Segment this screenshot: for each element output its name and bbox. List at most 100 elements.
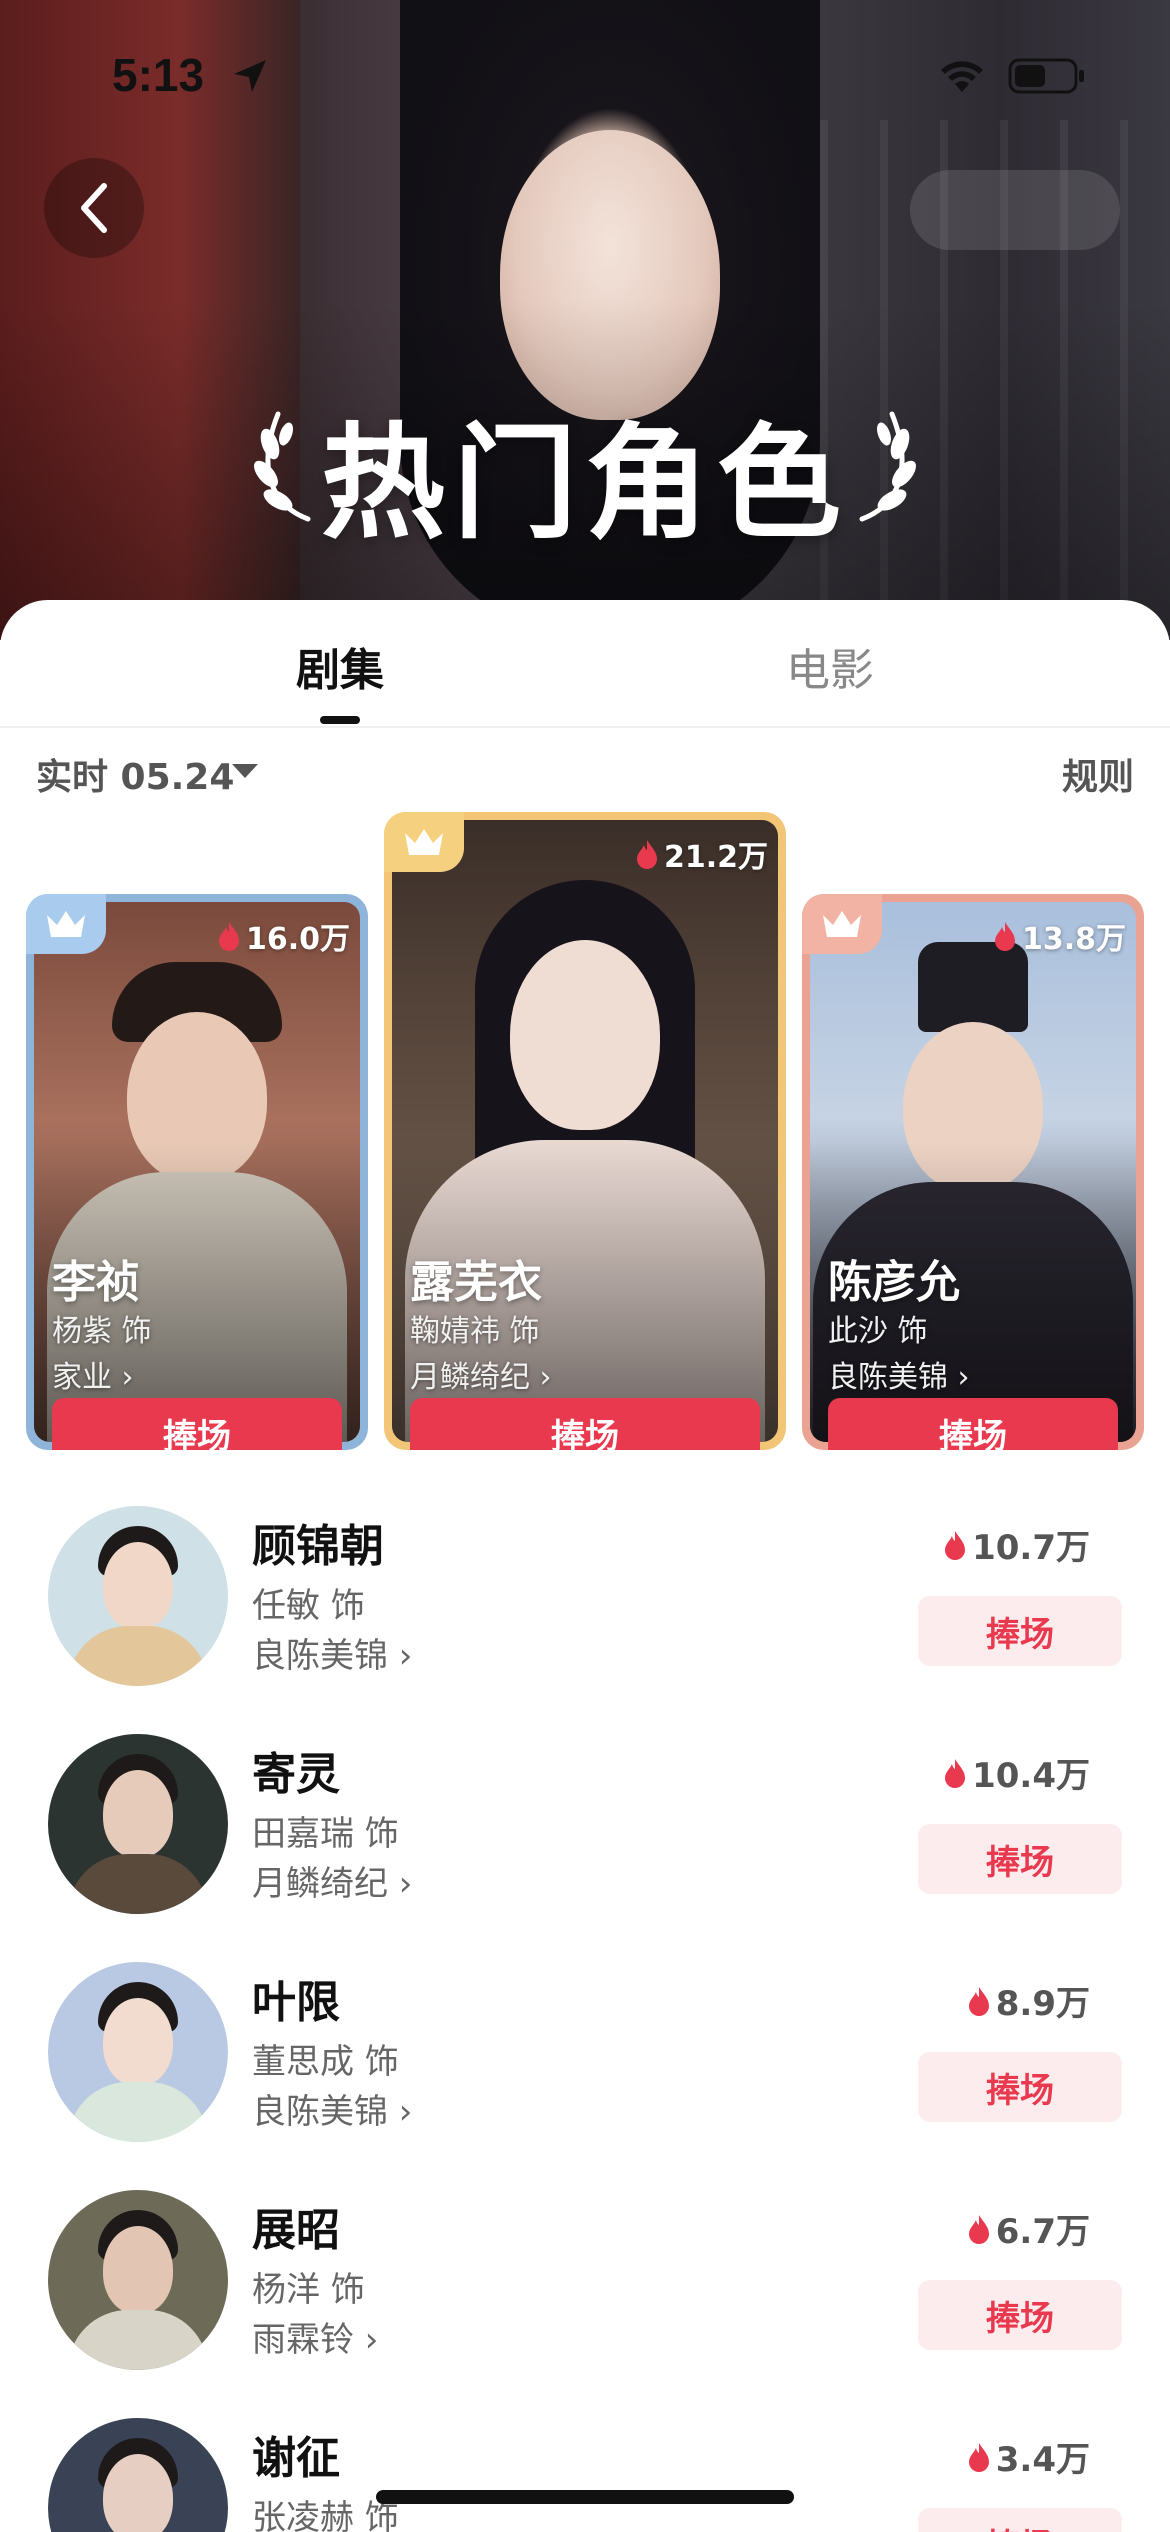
home-indicator[interactable] bbox=[376, 2490, 794, 2504]
laurel-icon bbox=[859, 411, 916, 522]
filter-row: 实时 05.24 规则 bbox=[0, 740, 1170, 800]
avatar bbox=[48, 1506, 228, 1686]
avatar-face bbox=[103, 2454, 173, 2532]
heat-value: 16.0万 bbox=[216, 914, 350, 958]
status-time: 5:13 bbox=[112, 49, 205, 101]
support-button[interactable]: 捧场 bbox=[828, 1398, 1118, 1450]
show-link[interactable]: 雨霖铃 › bbox=[252, 2312, 378, 2361]
show-link[interactable]: 良陈美锦 › bbox=[252, 2084, 412, 2133]
heat-value: 21.2万 bbox=[634, 832, 768, 876]
avatar bbox=[48, 2418, 228, 2532]
crown-icon bbox=[47, 911, 85, 937]
avatar-body bbox=[68, 1854, 208, 1914]
tab-bar: 剧集 电影 bbox=[0, 600, 1170, 728]
heat-text: 8.9万 bbox=[995, 1984, 1090, 2024]
support-button[interactable]: 捧场 bbox=[918, 2508, 1122, 2532]
caret-down-icon[interactable] bbox=[232, 764, 258, 778]
avatar-body bbox=[68, 2082, 208, 2142]
show-title: 良陈美锦 bbox=[252, 2092, 388, 2132]
flame-icon bbox=[218, 922, 239, 951]
avatar-face bbox=[103, 1542, 173, 1630]
flame-icon bbox=[636, 840, 657, 869]
rules-link[interactable]: 规则 bbox=[1062, 748, 1134, 800]
support-button[interactable]: 捧场 bbox=[52, 1398, 342, 1450]
show-title: 月鳞绮纪 bbox=[410, 1360, 530, 1395]
character-name: 露芜衣 bbox=[410, 1257, 542, 1308]
heat-text: 3.4万 bbox=[995, 2440, 1090, 2480]
actor-name: 杨洋 饰 bbox=[252, 2270, 365, 2310]
show-title: 雨霖铃 bbox=[252, 2320, 354, 2360]
show-link[interactable]: 良陈美锦 › bbox=[252, 1628, 412, 1677]
heat-value: 3.4万 bbox=[966, 2432, 1090, 2481]
list-item[interactable]: 展昭 杨洋 饰 雨霖铃 › 6.7万 捧场 bbox=[0, 2184, 1170, 2412]
figure-face bbox=[510, 940, 660, 1130]
heat-value: 10.4万 bbox=[942, 1748, 1090, 1797]
show-link[interactable]: 良陈美锦 › bbox=[828, 1352, 970, 1396]
date-filter-dropdown[interactable]: 实时 05.24 bbox=[36, 748, 234, 800]
support-button[interactable]: 捧场 bbox=[918, 2052, 1122, 2122]
avatar bbox=[48, 2190, 228, 2370]
list-item[interactable]: 顾锦朝 任敏 饰 良陈美锦 › 10.7万 捧场 bbox=[0, 1500, 1170, 1728]
actor-name: 任敏 饰 bbox=[252, 1586, 365, 1626]
podium-card-rank-3[interactable]: 13.8万 陈彦允 此沙 饰 良陈美锦 › 捧场 bbox=[802, 894, 1144, 1450]
actor-name: 鞠婧祎 饰 bbox=[410, 1314, 540, 1349]
character-name: 顾锦朝 bbox=[252, 1521, 384, 1572]
rank-badge bbox=[26, 894, 106, 954]
avatar bbox=[48, 1734, 228, 1914]
show-link[interactable]: 月鳞绮纪 › bbox=[252, 1856, 412, 1905]
show-title: 月鳞绮纪 bbox=[252, 1864, 388, 1904]
support-button[interactable]: 捧场 bbox=[410, 1398, 760, 1450]
show-title: 良陈美锦 bbox=[252, 1636, 388, 1676]
character-name: 寄灵 bbox=[252, 1749, 340, 1800]
back-button[interactable] bbox=[44, 158, 144, 258]
heat-text: 21.2万 bbox=[663, 840, 768, 875]
avatar-face bbox=[103, 1998, 173, 2086]
hero-banner: 5:13 热门角色 bbox=[0, 0, 1170, 640]
flame-icon bbox=[945, 1758, 966, 1788]
show-title: 家业 bbox=[52, 1360, 112, 1395]
avatar-body bbox=[68, 1626, 208, 1686]
flame-icon bbox=[994, 922, 1015, 951]
tab-drama[interactable]: 剧集 bbox=[296, 634, 384, 698]
flame-icon bbox=[968, 1986, 989, 2016]
battery-icon bbox=[1008, 58, 1084, 94]
heat-text: 10.7万 bbox=[972, 1528, 1090, 1568]
crown-icon bbox=[823, 911, 861, 937]
avatar-body bbox=[68, 2310, 208, 2370]
flame-icon bbox=[968, 2214, 989, 2244]
character-name: 陈彦允 bbox=[828, 1257, 960, 1308]
avatar-face bbox=[103, 2226, 173, 2314]
support-button[interactable]: 捧场 bbox=[918, 2280, 1122, 2350]
rank-badge bbox=[384, 812, 464, 872]
show-link[interactable]: 家业 › bbox=[52, 1352, 134, 1396]
heat-value: 8.9万 bbox=[966, 1976, 1090, 2025]
support-button[interactable]: 捧场 bbox=[918, 1824, 1122, 1894]
tab-active-indicator bbox=[320, 716, 360, 724]
list-item[interactable]: 寄灵 田嘉瑞 饰 月鳞绮纪 › 10.4万 捧场 bbox=[0, 1728, 1170, 1956]
character-name: 叶限 bbox=[252, 1977, 340, 2028]
podium-card-rank-1[interactable]: 21.2万 露芜衣 鞠婧祎 饰 月鳞绮纪 › 捧场 bbox=[384, 812, 786, 1450]
more-actions-capsule[interactable] bbox=[910, 170, 1120, 250]
actor-name: 杨紫 饰 bbox=[52, 1314, 152, 1349]
heat-text: 10.4万 bbox=[972, 1756, 1090, 1796]
list-item[interactable]: 叶限 董思成 饰 良陈美锦 › 8.9万 捧场 bbox=[0, 1956, 1170, 2184]
heat-text: 13.8万 bbox=[1021, 922, 1126, 957]
content-sheet: 剧集 电影 实时 05.24 规则 16.0万 李祯 杨紫 饰 家业 › 捧场 bbox=[0, 600, 1170, 2532]
rank-badge bbox=[802, 894, 882, 954]
status-bar: 5:13 bbox=[0, 0, 1170, 140]
tab-movie[interactable]: 电影 bbox=[786, 634, 874, 698]
podium-card-rank-2[interactable]: 16.0万 李祯 杨紫 饰 家业 › 捧场 bbox=[26, 894, 368, 1450]
character-name: 李祯 bbox=[52, 1257, 140, 1308]
location-arrow-icon bbox=[234, 60, 266, 92]
heat-value: 10.7万 bbox=[942, 1520, 1090, 1569]
show-link[interactable]: 月鳞绮纪 › bbox=[410, 1352, 552, 1396]
flame-icon bbox=[968, 2442, 989, 2472]
flame-icon bbox=[945, 1530, 966, 1560]
show-title: 良陈美锦 bbox=[828, 1360, 948, 1395]
list-item[interactable]: 谢征 张凌赫 饰 3.4万 捧场 bbox=[0, 2412, 1170, 2532]
support-button[interactable]: 捧场 bbox=[918, 1596, 1122, 1666]
avatar bbox=[48, 1962, 228, 2142]
heat-text: 6.7万 bbox=[995, 2212, 1090, 2252]
actor-name: 董思成 饰 bbox=[252, 2042, 399, 2082]
heat-text: 16.0万 bbox=[245, 922, 350, 957]
